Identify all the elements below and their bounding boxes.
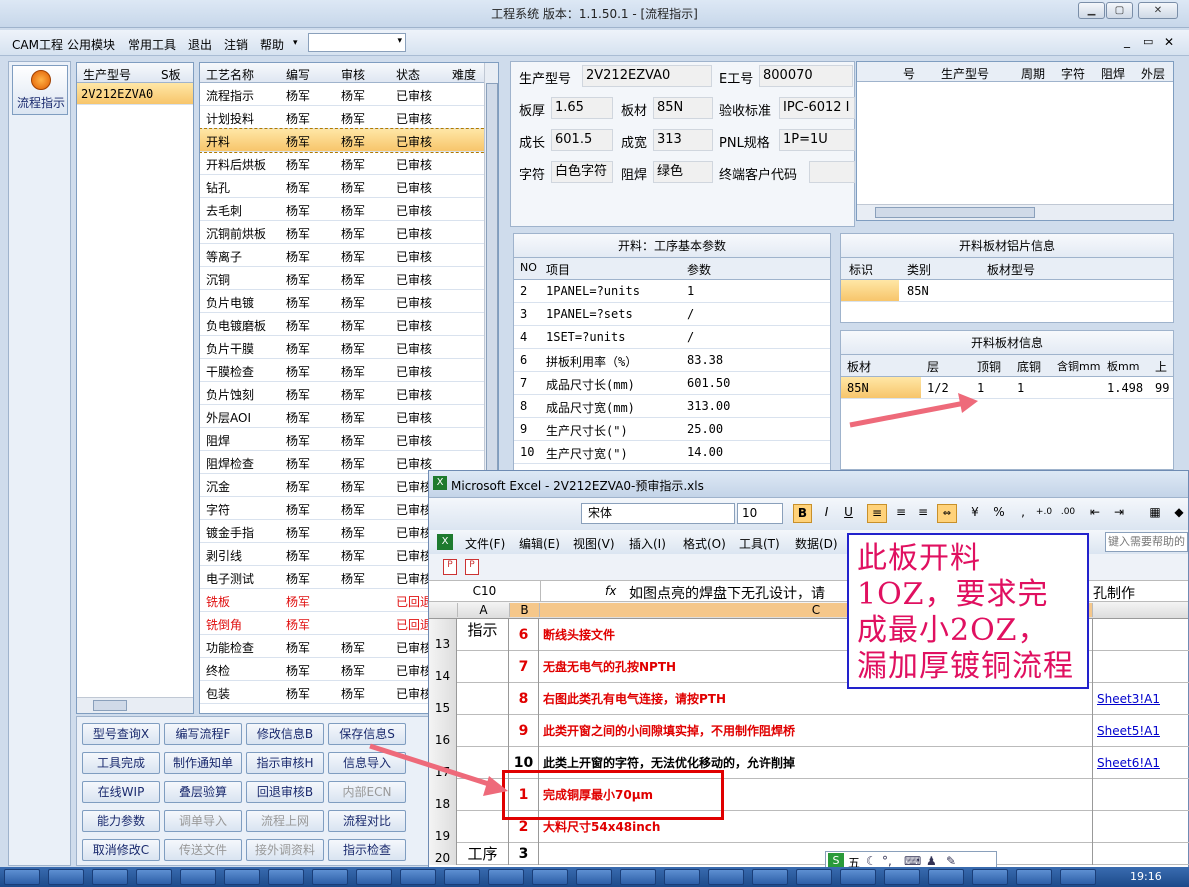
taskbar-button[interactable]	[136, 869, 172, 885]
taskbar: 19:16	[0, 867, 1189, 887]
taskbar-button[interactable]	[576, 869, 612, 885]
taskbar-button[interactable]	[532, 869, 568, 885]
taskbar-button[interactable]	[664, 869, 700, 885]
taskbar-button[interactable]	[1060, 869, 1096, 885]
taskbar-button[interactable]	[972, 869, 1008, 885]
taskbar-button[interactable]	[928, 869, 964, 885]
taskbar-button[interactable]	[224, 869, 260, 885]
taskbar-button[interactable]	[268, 869, 304, 885]
clock[interactable]: 19:16	[1130, 870, 1162, 883]
taskbar-button[interactable]	[840, 869, 876, 885]
taskbar-button[interactable]	[4, 869, 40, 885]
taskbar-button[interactable]	[796, 869, 832, 885]
taskbar-button[interactable]	[884, 869, 920, 885]
arrow-to-cell	[369, 743, 496, 789]
arrow-to-board	[849, 400, 966, 428]
taskbar-button[interactable]	[312, 869, 348, 885]
taskbar-button[interactable]	[1016, 869, 1052, 885]
taskbar-button[interactable]	[752, 869, 788, 885]
taskbar-button[interactable]	[180, 869, 216, 885]
taskbar-button[interactable]	[708, 869, 744, 885]
arrow-head-cell	[483, 776, 508, 796]
arrow-head-board	[958, 393, 978, 413]
taskbar-button[interactable]	[400, 869, 436, 885]
arrows-overlay	[369, 393, 978, 796]
taskbar-button[interactable]	[444, 869, 480, 885]
taskbar-button[interactable]	[92, 869, 128, 885]
taskbar-button[interactable]	[48, 869, 84, 885]
taskbar-button[interactable]	[620, 869, 656, 885]
taskbar-button[interactable]	[488, 869, 524, 885]
taskbar-button[interactable]	[356, 869, 392, 885]
